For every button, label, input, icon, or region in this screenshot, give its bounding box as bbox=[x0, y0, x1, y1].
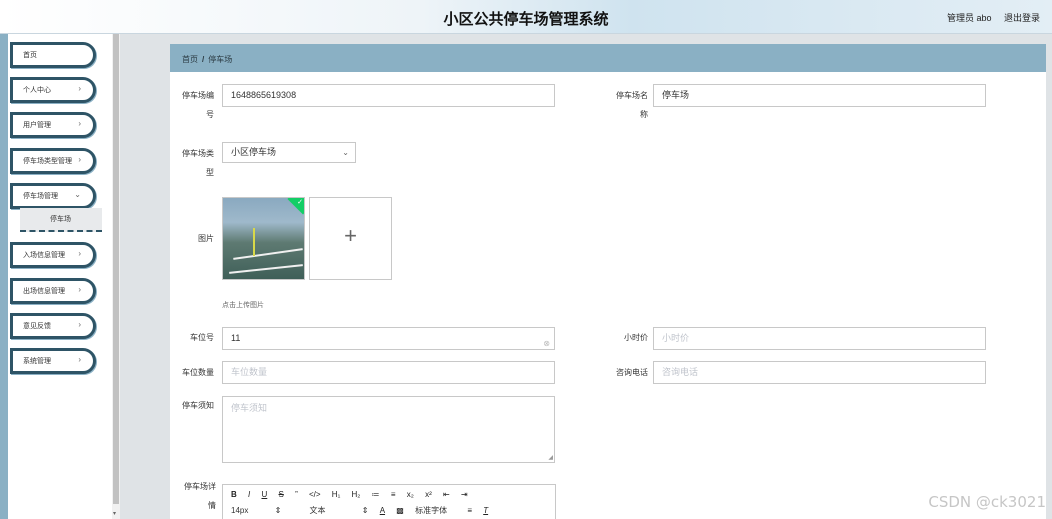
space-no-value: 11 bbox=[231, 333, 241, 343]
sidebar-item-label: 首页 bbox=[23, 52, 37, 59]
text-style-select[interactable]: 文本 bbox=[310, 505, 326, 516]
editor-toolbar-row2: 14px ⇕ 文本 ⇕ A ▩ 标准字体 ≡ T bbox=[231, 505, 497, 516]
underline-button[interactable]: U bbox=[261, 490, 267, 499]
user-label: 管理员 abo bbox=[946, 13, 992, 23]
font-size-select[interactable]: 14px bbox=[231, 506, 248, 515]
uploaded-image-thumbnail[interactable]: ✓ bbox=[222, 197, 305, 280]
hourly-price-input[interactable]: 小时价 bbox=[653, 327, 986, 350]
notice-textarea[interactable]: 停车须知 ◢ bbox=[222, 396, 555, 463]
content-panel: 首页 / 停车场 停车场编号 1648865619308 停车场名称 停车场 停车场… bbox=[170, 44, 1046, 519]
clear-icon[interactable]: ⊗ bbox=[543, 333, 550, 354]
notice-placeholder: 停车须知 bbox=[231, 403, 268, 413]
phone-input[interactable]: 咨询电话 bbox=[653, 361, 986, 384]
indent-button[interactable]: ⇥ bbox=[461, 490, 468, 499]
phone-label: 咨询电话 bbox=[616, 368, 648, 377]
lot-no-label: 停车场编号 bbox=[182, 91, 214, 119]
sidebar-subitem-label: 停车场 bbox=[50, 216, 71, 223]
ordered-list-button[interactable]: ≔ bbox=[372, 490, 380, 499]
chevron-right-icon: › bbox=[78, 320, 81, 329]
scroll-down-icon[interactable]: ▾ bbox=[113, 510, 116, 517]
sidebar-item-users[interactable]: 用户管理 › bbox=[10, 112, 96, 138]
hourly-price-label: 小时价 bbox=[624, 333, 648, 342]
lot-type-select[interactable]: 小区停车场 ⌄ bbox=[222, 142, 356, 163]
image-upload-button[interactable]: + bbox=[309, 197, 392, 280]
sidebar-subitem-lot[interactable]: 停车场 bbox=[20, 208, 102, 232]
code-button[interactable]: </> bbox=[309, 490, 321, 499]
image-label: 图片 bbox=[198, 234, 214, 243]
notice-label: 停车须知 bbox=[182, 401, 214, 410]
clear-format-icon[interactable]: T bbox=[483, 506, 488, 515]
h1-button[interactable]: H₁ bbox=[332, 490, 340, 499]
sidebar-item-label: 停车场类型管理 bbox=[23, 158, 72, 165]
bold-button[interactable]: B bbox=[231, 490, 237, 499]
breadcrumb-home[interactable]: 首页 bbox=[182, 55, 198, 64]
chevron-right-icon: › bbox=[78, 119, 81, 128]
chevron-down-icon: ⌄ bbox=[342, 148, 349, 157]
sidebar-item-home[interactable]: 首页 bbox=[10, 42, 96, 68]
detail-label: 停车场详情 bbox=[184, 482, 216, 510]
text-color-icon[interactable]: A bbox=[380, 506, 385, 515]
space-no-label: 车位号 bbox=[190, 333, 214, 342]
sidebar-item-label: 停车场管理 bbox=[23, 193, 58, 200]
superscript-button[interactable]: x² bbox=[425, 490, 432, 499]
sidebar-scrollbar[interactable]: ▾ bbox=[112, 34, 120, 519]
space-count-input[interactable]: 车位数量 bbox=[222, 361, 555, 384]
chevron-right-icon: › bbox=[78, 155, 81, 164]
dropdown-arrow-icon: ⇕ bbox=[274, 506, 282, 515]
sidebar-item-label: 个人中心 bbox=[23, 87, 51, 94]
scrollbar-thumb[interactable] bbox=[113, 34, 119, 504]
lot-name-label: 停车场名称 bbox=[616, 91, 648, 119]
sidebar-item-label: 系统管理 bbox=[23, 358, 51, 365]
lot-type-value: 小区停车场 bbox=[231, 147, 277, 157]
breadcrumb: 首页 / 停车场 bbox=[170, 44, 1046, 72]
editor-toolbar-row1: B I U S ” </> H₁ H₂ ≔ ≡ x₂ x² ⇤ ⇥ bbox=[231, 490, 477, 499]
app-title: 小区公共停车场管理系统 bbox=[443, 11, 609, 28]
sidebar-item-system[interactable]: 系统管理 › bbox=[10, 348, 96, 374]
chevron-down-icon: ⌄ bbox=[74, 190, 81, 199]
chevron-right-icon: › bbox=[78, 355, 81, 364]
upload-hint: 点击上传图片 bbox=[222, 302, 264, 309]
sidebar-item-profile[interactable]: 个人中心 › bbox=[10, 77, 96, 103]
strike-button[interactable]: S bbox=[279, 490, 284, 499]
font-family-select[interactable]: 标准字体 bbox=[415, 505, 447, 516]
sidebar-item-lots[interactable]: 停车场管理 ⌄ bbox=[10, 183, 96, 209]
italic-button[interactable]: I bbox=[248, 490, 250, 499]
lot-name-input[interactable]: 停车场 bbox=[653, 84, 986, 107]
lot-type-label: 停车场类型 bbox=[182, 149, 214, 177]
plus-icon: + bbox=[344, 223, 357, 248]
space-no-input[interactable]: 11 ⊗ bbox=[222, 327, 555, 350]
sidebar-item-feedback[interactable]: 意见反馈 › bbox=[10, 313, 96, 339]
blockquote-button[interactable]: ” bbox=[295, 490, 298, 499]
sidebar-item-label: 出场信息管理 bbox=[23, 288, 65, 295]
breadcrumb-current: 停车场 bbox=[208, 55, 233, 64]
sidebar-item-entry[interactable]: 入场信息管理 › bbox=[10, 242, 96, 268]
sidebar-item-label: 意见反馈 bbox=[23, 323, 51, 330]
top-header: 小区公共停车场管理系统 管理员 abo 退出登录 bbox=[0, 0, 1052, 34]
watermark: CSDN @ck3021 bbox=[928, 493, 1046, 511]
check-icon: ✓ bbox=[297, 199, 303, 206]
sidebar-item-lot-types[interactable]: 停车场类型管理 › bbox=[10, 148, 96, 174]
lot-no-input[interactable]: 1648865619308 bbox=[222, 84, 555, 107]
sidebar-item-label: 用户管理 bbox=[23, 122, 51, 129]
background-color-icon[interactable]: ▩ bbox=[396, 506, 404, 515]
space-count-label: 车位数量 bbox=[182, 368, 214, 377]
dropdown-arrow-icon: ⇕ bbox=[361, 506, 369, 515]
logout-link[interactable]: 退出登录 bbox=[1004, 13, 1040, 23]
rich-text-editor[interactable]: B I U S ” </> H₁ H₂ ≔ ≡ x₂ x² ⇤ ⇥ 14px ⇕… bbox=[222, 484, 556, 519]
resize-handle-icon[interactable]: ◢ bbox=[548, 454, 553, 461]
breadcrumb-separator: / bbox=[202, 55, 205, 64]
sidebar-item-label: 入场信息管理 bbox=[23, 252, 65, 259]
subscript-button[interactable]: x₂ bbox=[407, 490, 414, 499]
chevron-right-icon: › bbox=[78, 249, 81, 258]
align-icon[interactable]: ≡ bbox=[467, 506, 472, 515]
bullet-list-button[interactable]: ≡ bbox=[391, 490, 396, 499]
sidebar-item-exit[interactable]: 出场信息管理 › bbox=[10, 278, 96, 304]
h2-button[interactable]: H₂ bbox=[352, 490, 361, 499]
outdent-button[interactable]: ⇤ bbox=[443, 490, 450, 499]
user-area: 管理员 abo 退出登录 bbox=[937, 11, 1040, 24]
chevron-right-icon: › bbox=[78, 84, 81, 93]
sidebar: 首页 个人中心 › 用户管理 › 停车场类型管理 › 停车场管理 ⌄ 停车场 入… bbox=[8, 34, 112, 519]
chevron-right-icon: › bbox=[78, 285, 81, 294]
